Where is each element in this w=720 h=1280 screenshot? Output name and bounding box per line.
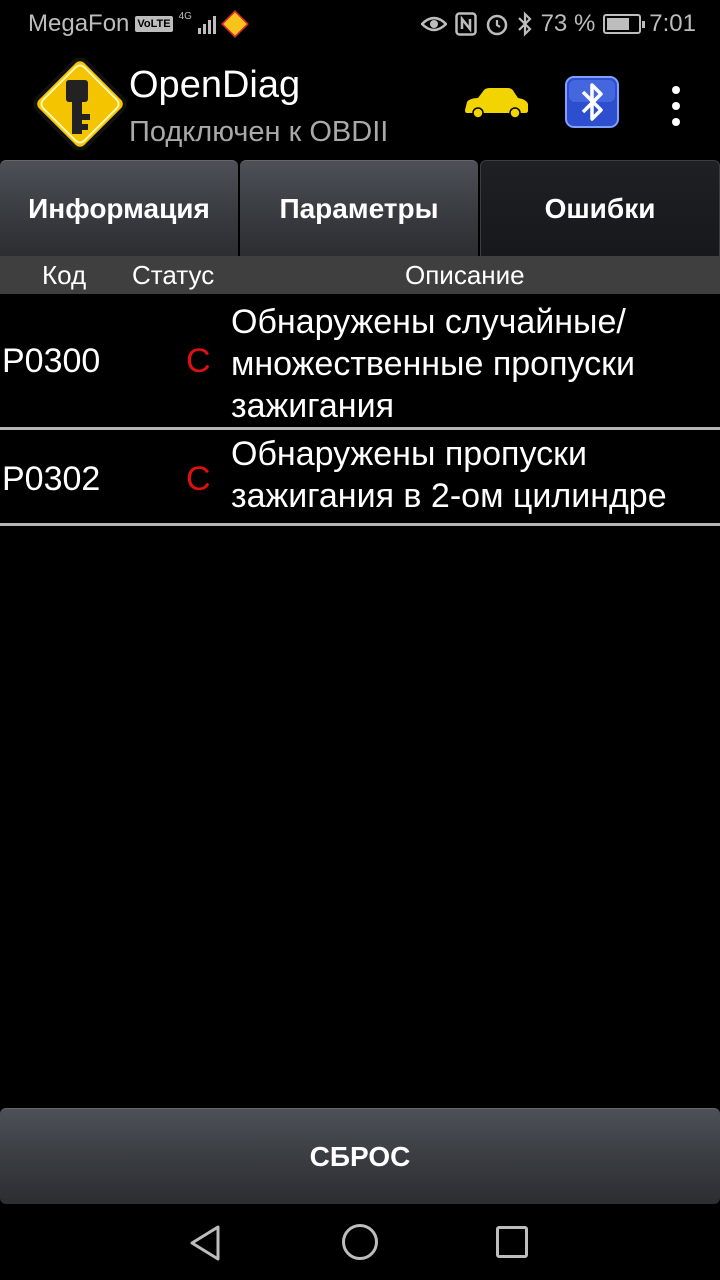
column-header-description: Описание (405, 260, 525, 290)
bluetooth-adapter-icon[interactable] (565, 76, 619, 128)
table-header: Код Статус Описание (0, 256, 720, 294)
eye-icon (420, 16, 447, 32)
battery-percent: 73 % (540, 10, 596, 37)
column-header-status: Статус (132, 260, 215, 290)
status-bar: MegaFon VoLTE 4G 73 % 7:01 (0, 0, 720, 48)
volte-badge: VoLTE (135, 16, 173, 32)
opendiag-notification-icon (221, 10, 249, 38)
car-icon[interactable] (462, 86, 530, 120)
status-right: 73 % 7:01 (420, 10, 696, 38)
error-code: P0302 (2, 460, 101, 498)
bluetooth-icon (517, 11, 532, 37)
opendiag-logo-icon (33, 57, 127, 151)
tab-information[interactable]: Информация (0, 160, 238, 256)
tab-parameters[interactable]: Параметры (240, 160, 478, 256)
reset-button[interactable]: СБРОС (0, 1108, 720, 1204)
back-icon[interactable] (188, 1224, 224, 1262)
error-description: Обнаружены пропуски зажигания в 2-ом цил… (231, 435, 667, 515)
overflow-menu-icon[interactable] (664, 86, 688, 126)
error-list: P0300 C Обнаружены случайные/ множествен… (0, 294, 720, 526)
battery-icon (603, 14, 646, 34)
error-description: Обнаружены случайные/ множественные проп… (231, 303, 635, 425)
home-icon[interactable] (342, 1224, 378, 1260)
error-status: C (186, 342, 211, 380)
alarm-icon (486, 14, 507, 36)
signal-icon (197, 14, 216, 34)
navigation-bar (0, 1204, 720, 1280)
nfc-icon (454, 12, 477, 36)
carrier-name: MegaFon (28, 10, 130, 37)
status-left: MegaFon VoLTE 4G (28, 10, 249, 38)
recent-apps-icon[interactable] (496, 1226, 528, 1258)
tab-errors[interactable]: Ошибки (480, 160, 720, 256)
error-status: C (186, 460, 211, 498)
tab-bar: Информация Параметры Ошибки (0, 160, 720, 256)
connection-status: Подключен к OBDII (129, 116, 389, 148)
column-header-code: Код (42, 260, 87, 290)
error-code: P0300 (2, 342, 101, 380)
table-row[interactable]: P0300 C Обнаружены случайные/ множествен… (0, 294, 720, 430)
app-bar: OpenDiag Подключен к OBDII (0, 48, 720, 160)
app-title: OpenDiag (129, 64, 301, 106)
network-type: 4G (178, 11, 192, 22)
clock: 7:01 (649, 10, 696, 37)
table-row[interactable]: P0302 C Обнаружены пропуски зажигания в … (0, 430, 720, 526)
